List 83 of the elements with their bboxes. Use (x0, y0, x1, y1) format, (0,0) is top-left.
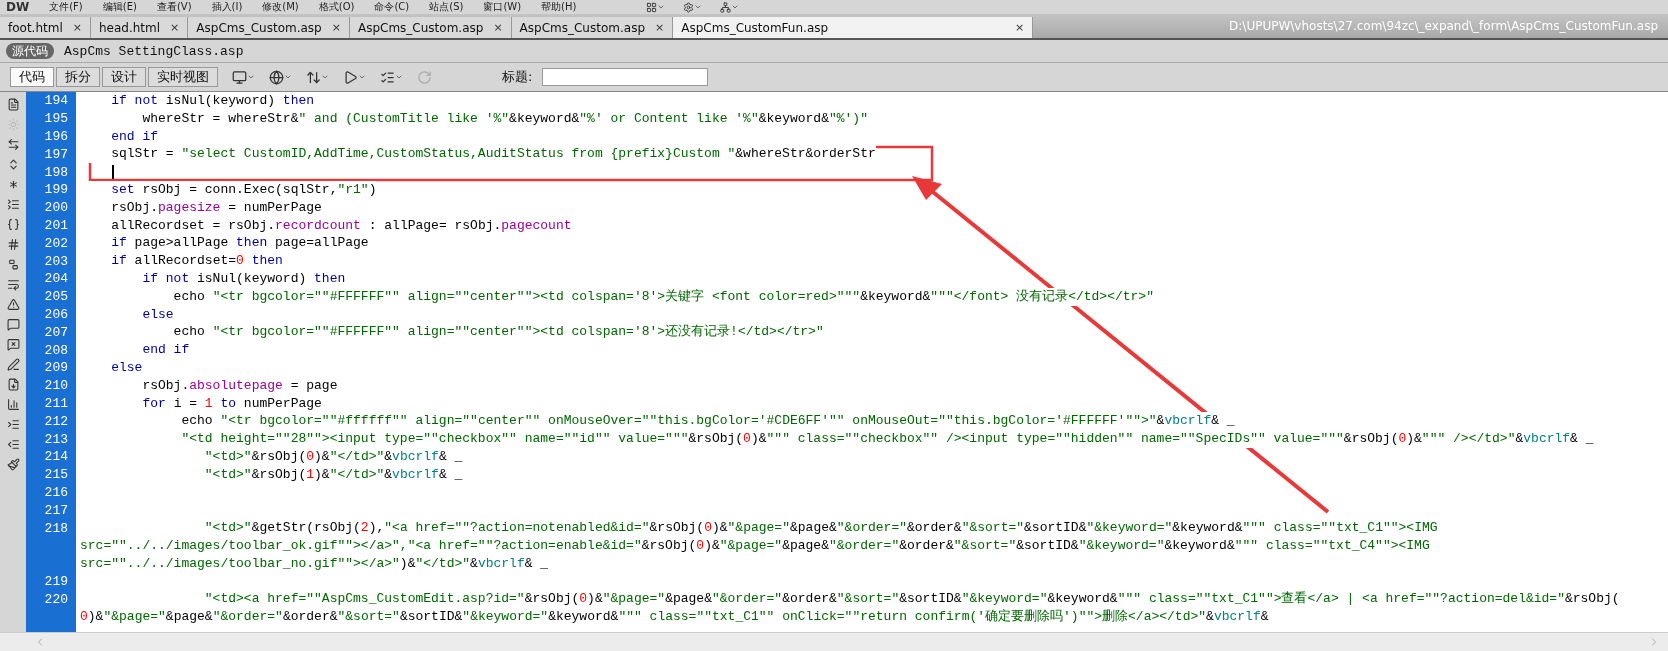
file-tab[interactable]: AspCms_CustomFun.asp × (673, 17, 1034, 38)
close-icon[interactable]: × (655, 21, 665, 34)
line-number: 195 (43, 111, 69, 127)
arrows-icon[interactable] (306, 69, 329, 85)
close-icon[interactable]: × (1015, 21, 1025, 34)
line-number: 210 (43, 378, 69, 394)
menu-item[interactable]: 编辑(E) (102, 0, 137, 14)
line-number: 196 (43, 129, 69, 144)
source-code-label[interactable]: 源代码 (6, 43, 54, 59)
title-input[interactable] (542, 68, 709, 86)
line-number: 209 (43, 360, 69, 376)
group-icon[interactable] (6, 258, 20, 271)
view-button[interactable]: 设计 (102, 67, 146, 87)
line-number: 194 (43, 93, 69, 109)
line-number: 207 (43, 324, 69, 340)
menu-item[interactable]: 格式(O) (318, 0, 355, 14)
settings-icon[interactable] (683, 1, 703, 13)
file-tab[interactable]: AspCms_Custom.asp × (511, 17, 674, 38)
line-number: 219 (43, 573, 69, 589)
site-icon[interactable] (720, 1, 740, 13)
wrap-icon[interactable] (6, 278, 20, 291)
line-number: 217 (43, 502, 69, 518)
line-number: 206 (43, 306, 69, 322)
app-logo: DW (6, 0, 30, 14)
outdent-icon[interactable] (6, 438, 20, 451)
close-icon[interactable]: × (170, 21, 180, 34)
line-number: 201 (43, 217, 69, 233)
monitor-icon[interactable] (232, 69, 255, 85)
line-number: 214 (43, 449, 69, 465)
file-tab[interactable]: head.html × (91, 17, 189, 38)
line-number: 200 (43, 200, 69, 216)
menu-item[interactable]: 插入(I) (211, 0, 243, 14)
menu-item[interactable]: 窗口(W) (483, 0, 522, 14)
braces-icon[interactable] (6, 218, 20, 231)
play-icon[interactable] (343, 69, 366, 85)
line-number: 199 (43, 182, 69, 198)
line-number: 204 (43, 271, 69, 287)
file-icon[interactable] (6, 98, 20, 111)
checklist-icon[interactable] (380, 69, 403, 85)
line-number: 215 (43, 467, 69, 483)
line-number: 216 (43, 484, 69, 500)
line-number: 208 (43, 342, 69, 358)
menu-item[interactable]: 文件(F) (49, 0, 83, 14)
close-icon[interactable]: × (331, 21, 341, 34)
file-tab[interactable]: AspCms_Custom.asp × (188, 17, 350, 38)
menu-item[interactable]: 命令(C) (374, 0, 410, 14)
brush-icon[interactable] (6, 458, 20, 471)
chart-icon[interactable] (6, 398, 20, 411)
line-number: 220 (43, 591, 69, 607)
arrows-icon[interactable] (6, 138, 20, 151)
hash-icon[interactable] (6, 238, 20, 251)
globe-icon[interactable] (269, 69, 292, 85)
file-tab[interactable]: AspCms_Custom.asp × (349, 17, 512, 38)
view-button[interactable]: 代码 (10, 67, 54, 87)
view-button[interactable]: 拆分 (56, 67, 100, 87)
line-number: 197 (43, 146, 69, 162)
file-down-icon[interactable] (6, 378, 20, 391)
line-number: 212 (43, 413, 69, 429)
line-number: 211 (43, 395, 69, 411)
line-number: 203 (43, 253, 69, 269)
line-number: 198 (43, 164, 69, 180)
menu-item[interactable]: 站点(S) (429, 0, 464, 14)
menu-item[interactable]: 帮助(H) (541, 0, 577, 14)
title-label: 标题: (502, 68, 533, 86)
pen-icon[interactable] (6, 358, 20, 371)
file-tab[interactable]: foot.html × (0, 17, 91, 38)
comment-icon[interactable] (6, 318, 20, 331)
line-number: 218 (43, 520, 69, 536)
remove-comment-icon[interactable] (6, 338, 20, 351)
view-button[interactable]: 实时视图 (148, 67, 218, 87)
menu-item[interactable]: 修改(M) (262, 0, 299, 14)
close-icon[interactable]: × (72, 21, 82, 34)
menu-item[interactable]: 查看(V) (156, 0, 192, 14)
collapse-icon[interactable] (6, 198, 20, 211)
related-file[interactable]: AspCms SettingClass.asp (64, 43, 244, 59)
close-icon[interactable]: × (493, 21, 503, 34)
line-number: 205 (43, 289, 69, 305)
line-number: 202 (43, 235, 69, 251)
layout-icon[interactable] (646, 1, 666, 13)
line-number: 213 (43, 431, 69, 447)
indent-icon[interactable] (6, 418, 20, 431)
warning-icon[interactable] (6, 298, 20, 311)
file-path: D:\UPUPW\vhosts\27.com\94zc\_expand\_form\AspCms_CustomFun.asp (1229, 19, 1658, 33)
